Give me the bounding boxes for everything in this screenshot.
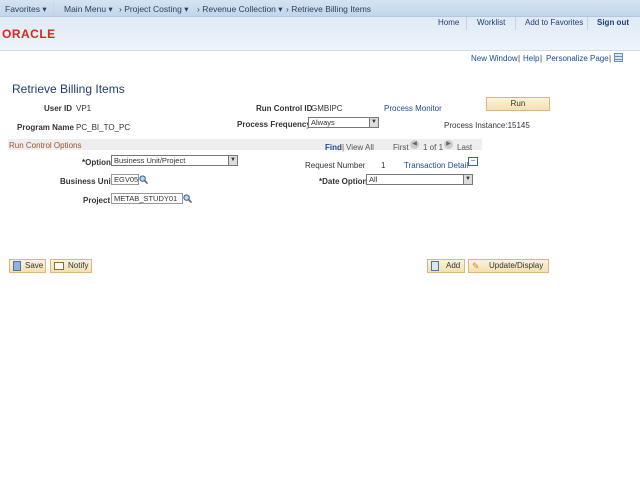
grid-settings-icon[interactable] xyxy=(614,53,623,62)
notify-label: Notify xyxy=(68,261,89,270)
collapse-icon[interactable]: − xyxy=(468,157,478,166)
date-option-select[interactable]: All ▼ xyxy=(366,174,473,185)
process-instance: Process Instance:15145 xyxy=(444,121,530,130)
crumb-label: Revenue Collection xyxy=(202,4,276,14)
divider xyxy=(53,2,54,15)
save-label: Save xyxy=(25,261,44,270)
home-link[interactable]: Home xyxy=(438,18,459,27)
worklist-link[interactable]: Worklist xyxy=(477,18,505,27)
main-menu[interactable]: Main Menu ▾ xyxy=(64,4,113,15)
view-all-link[interactable]: View All xyxy=(346,143,374,152)
request-number-value: 1 xyxy=(381,161,386,170)
section-title: Run Control Options xyxy=(9,141,82,150)
save-icon xyxy=(13,261,21,271)
option-value: Business Unit/Project xyxy=(114,156,186,165)
find-link[interactable]: Find xyxy=(325,143,342,152)
help-link[interactable]: Help xyxy=(523,54,539,63)
divider xyxy=(466,17,467,30)
option-select[interactable]: Business Unit/Project ▼ xyxy=(111,155,238,166)
user-id-value: VP1 xyxy=(76,104,92,113)
process-monitor-link[interactable]: Process Monitor xyxy=(384,104,442,113)
update-display-button[interactable]: ✎ Update/Display xyxy=(468,259,549,273)
option-label: *Option xyxy=(82,158,111,167)
breadcrumb-revenue-collection[interactable]: › Revenue Collection ▾ xyxy=(197,4,283,15)
search-icon[interactable] xyxy=(183,194,192,203)
request-number-label: Request Number xyxy=(305,161,366,170)
header: Home Worklist Add to Favorites Sign out xyxy=(0,17,640,51)
breadcrumb-bar: Favorites ▾ Main Menu ▾ › Project Costin… xyxy=(0,0,640,17)
notify-button[interactable]: Notify xyxy=(50,259,92,273)
business-unit-label: Business Unit xyxy=(60,177,114,186)
date-option-label: *Date Option xyxy=(319,177,368,186)
breadcrumb-project-costing[interactable]: › Project Costing ▾ xyxy=(119,4,188,15)
program-name-label: Program Name xyxy=(17,123,74,132)
run-button[interactable]: Run xyxy=(486,97,550,111)
transaction-detail-link[interactable]: Transaction Detail xyxy=(404,161,468,170)
pencil-icon: ✎ xyxy=(472,261,480,271)
add-to-favorites-link[interactable]: Add to Favorites xyxy=(525,18,583,27)
previous-icon[interactable]: ◀ xyxy=(410,140,419,149)
user-id-label: User ID xyxy=(44,104,73,113)
process-frequency-select[interactable]: Always ▼ xyxy=(308,117,379,128)
row-counter: 1 of 1 xyxy=(423,143,444,152)
update-display-label: Update/Display xyxy=(489,261,544,270)
program-name-value: PC_BI_TO_PC xyxy=(76,123,131,132)
next-icon[interactable]: ▶ xyxy=(444,140,453,149)
new-window-link[interactable]: New Window xyxy=(471,54,518,63)
favorites-label: Favorites xyxy=(5,4,40,14)
notify-icon xyxy=(54,262,64,270)
search-icon[interactable] xyxy=(139,175,148,184)
project-input[interactable]: METAB_STUDY01 xyxy=(111,193,183,204)
chevron-down-icon: ▼ xyxy=(228,156,237,165)
crumb-label: Retrieve Billing Items xyxy=(291,4,372,14)
page-title: Retrieve Billing Items xyxy=(12,82,125,96)
last-label: Last xyxy=(457,143,473,152)
run-control-id-value: GMBIPC xyxy=(311,104,343,113)
favorites-menu[interactable]: Favorites ▾ xyxy=(5,4,47,15)
sign-out-link[interactable]: Sign out xyxy=(597,18,629,27)
project-label: Project xyxy=(83,196,111,205)
oracle-logo: ORACLE xyxy=(2,27,56,41)
add-button[interactable]: Add xyxy=(427,259,465,273)
date-option-value: All xyxy=(369,175,378,184)
add-label: Add xyxy=(446,261,461,270)
main-menu-label: Main Menu xyxy=(64,4,107,14)
chevron-down-icon: ▼ xyxy=(369,118,378,127)
run-control-id-label: Run Control ID xyxy=(256,104,313,113)
divider xyxy=(587,17,588,30)
add-icon xyxy=(431,261,439,271)
first-label: First xyxy=(393,143,409,152)
breadcrumb-current: › Retrieve Billing Items xyxy=(286,4,372,14)
business-unit-input[interactable]: EGV05 xyxy=(111,174,139,185)
chevron-down-icon: ▼ xyxy=(463,175,472,184)
process-frequency-label: Process Frequency xyxy=(237,120,311,129)
crumb-label: Project Costing xyxy=(124,4,182,14)
save-button[interactable]: Save xyxy=(9,259,46,273)
divider xyxy=(515,17,516,30)
process-frequency-value: Always xyxy=(311,118,335,127)
personalize-page-link[interactable]: Personalize Page xyxy=(546,54,609,63)
